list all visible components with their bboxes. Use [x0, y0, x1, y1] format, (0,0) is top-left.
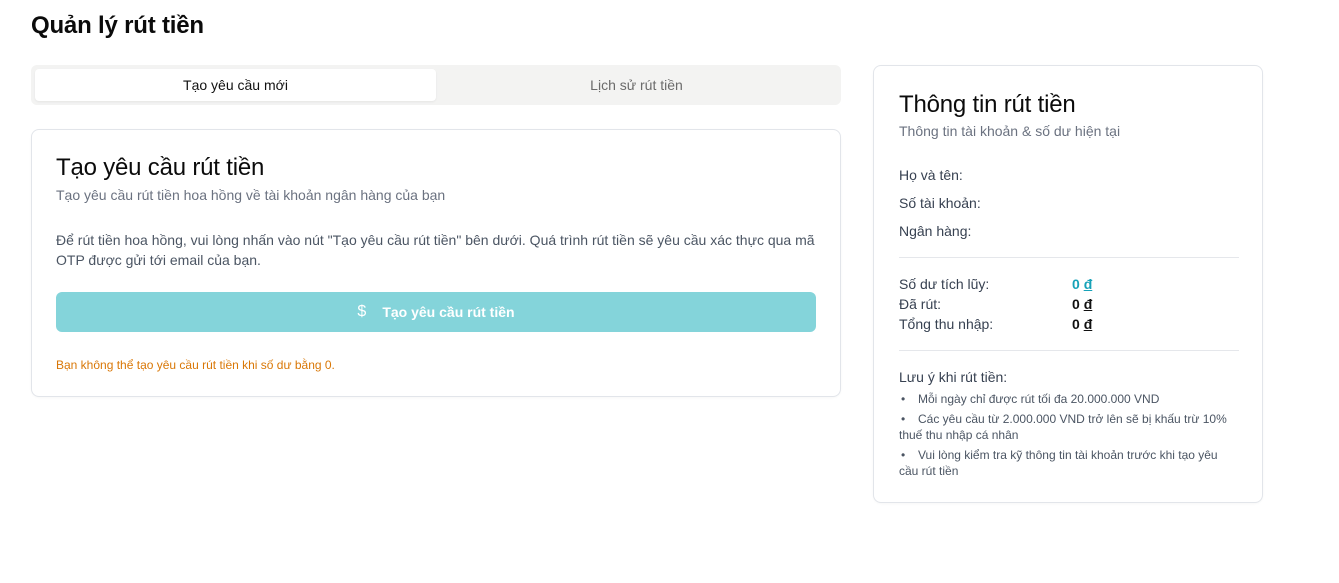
tab-new-request[interactable]: Tạo yêu cầu mới: [35, 69, 436, 101]
full-name-label: Họ và tên:: [899, 167, 963, 183]
create-withdraw-request-label: Tạo yêu cầu rút tiền: [382, 304, 515, 320]
request-card-subtitle: Tạo yêu cầu rút tiền hoa hồng về tài kho…: [56, 187, 446, 203]
bank-label: Ngân hàng:: [899, 223, 972, 239]
dollar-icon: $: [357, 303, 367, 320]
divider: [899, 350, 1239, 351]
create-withdraw-request-button[interactable]: $ Tạo yêu cầu rút tiền: [56, 292, 816, 332]
notes-title: Lưu ý khi rút tiền:: [899, 369, 1008, 385]
request-card-description: Để rút tiền hoa hồng, vui lòng nhấn vào …: [56, 232, 815, 268]
total-income-label: Tổng thu nhập:: [899, 316, 994, 332]
note-item: Mỗi ngày chỉ được rút tối đa 20.000.000 …: [899, 391, 1229, 407]
withdraw-request-card: Tạo yêu cầu rút tiền Tạo yêu cầu rút tiề…: [31, 129, 841, 397]
zero-balance-warning: Bạn không thể tạo yêu cầu rút tiền khi s…: [56, 358, 335, 372]
account-number-label: Số tài khoản:: [899, 195, 981, 211]
page-title: Quản lý rút tiền: [31, 12, 204, 39]
notes-list: Mỗi ngày chỉ được rút tối đa 20.000.000 …: [899, 391, 1229, 483]
withdraw-info-card: Thông tin rút tiền Thông tin tài khoản &…: [873, 65, 1263, 503]
note-item: Vui lòng kiểm tra kỹ thông tin tài khoản…: [899, 447, 1229, 479]
tab-withdraw-history[interactable]: Lịch sử rút tiền: [436, 69, 837, 101]
info-card-subtitle: Thông tin tài khoản & số dư hiện tại: [899, 123, 1121, 139]
divider: [899, 257, 1239, 258]
tab-bar: Tạo yêu cầu mới Lịch sử rút tiền: [31, 65, 841, 105]
accumulated-balance-value: 0 đ: [1072, 276, 1093, 292]
accumulated-balance-label: Số dư tích lũy:: [899, 276, 990, 292]
withdrawn-label: Đã rút:: [899, 296, 942, 312]
info-card-title: Thông tin rút tiền: [899, 91, 1076, 118]
note-item: Các yêu cầu từ 2.000.000 VND trở lên sẽ …: [899, 411, 1229, 443]
request-card-title: Tạo yêu cầu rút tiền: [56, 154, 265, 181]
total-income-value: 0 đ: [1072, 316, 1093, 332]
withdrawn-value: 0 đ: [1072, 296, 1093, 312]
